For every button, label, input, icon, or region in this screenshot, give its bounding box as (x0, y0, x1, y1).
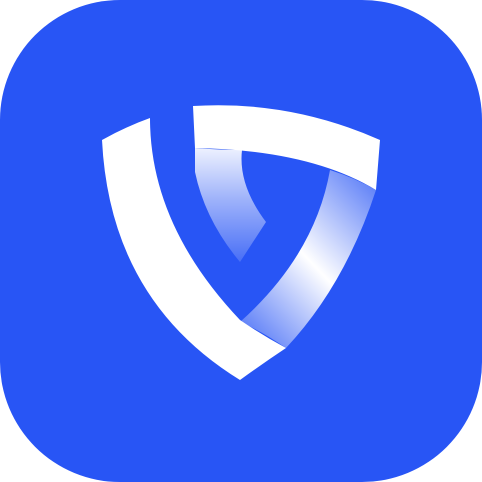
app-icon-tile[interactable] (0, 0, 482, 482)
